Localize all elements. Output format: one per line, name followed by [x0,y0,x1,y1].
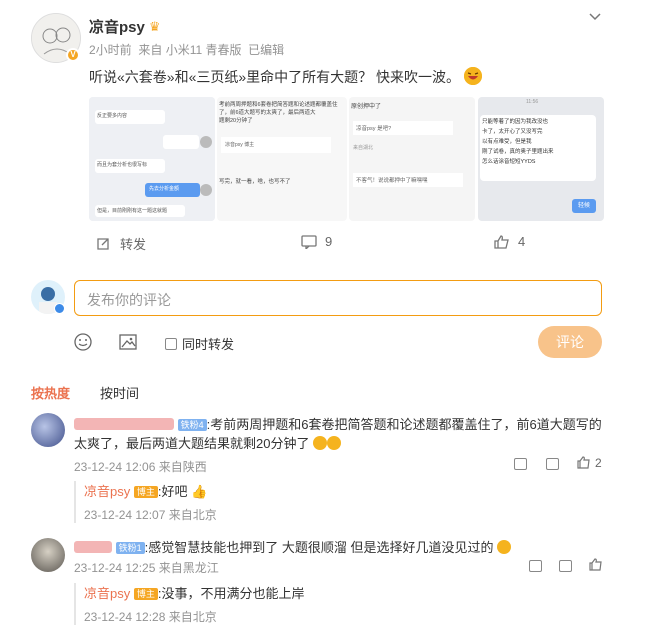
author-name[interactable]: 凉音psy [89,16,145,37]
reply-meta: 23-12-24 12:07 来自北京 [84,508,217,522]
comment-2-like-button[interactable] [589,558,603,576]
comment-2-reply: 凉音psy 博主:没事，不用满分也能上岸 23-12-24 12:28 来自北京 [74,583,305,625]
like-button[interactable]: 4 [494,234,525,249]
tab-by-hot[interactable]: 按热度 [31,383,70,402]
comment-button[interactable]: 9 [301,234,332,249]
commenter-avatar[interactable] [31,538,65,572]
my-verified-icon [54,303,65,314]
same-time-repost-checkbox[interactable] [165,337,177,350]
laughing-emoji-icon [463,67,482,85]
thumb1-line1: 反正要多内容 [97,113,128,119]
thumb3-line2: 凉音psy 是吧? [353,121,453,135]
comment-1-like-button[interactable]: 2 [577,456,602,470]
reply-author[interactable]: 凉音psy [84,484,130,499]
like-count: 4 [518,234,526,249]
comment-count: 9 [325,234,333,249]
emoji-picker-icon[interactable] [74,333,92,356]
thumb2-line2: 了，前6道大题写的太爽了，最后两道大 [219,110,316,116]
repost-label: 转发 [120,237,147,252]
thumb-up-icon [589,558,602,571]
sweat-emoji-icon [497,540,512,554]
thumb2-text: 考前两周押题和6套卷把简答题和论述题都覆盖住 了，前6道大题写的太爽了，最后两道… [219,101,343,125]
reply-text: :没事，不用满分也能上岸 [157,586,305,601]
thumb4-line3: 以有点难受，但是我 [482,139,532,145]
thumb4-line4: 刚了试卷，真的奥子里题出来 [482,149,554,155]
thumbs-up-emoji-icon: 👍 [191,484,208,499]
author-badge: 博主 [133,588,158,600]
same-time-repost-label: 同时转发 [182,337,235,352]
comment-1-reply: 凉音psy 博主:好吧 👍 23-12-24 12:07 来自北京 [74,481,217,523]
thumb-up-icon [494,234,509,249]
thumb2-line5: 写完，就一看，啥，也写不了 [219,179,291,185]
post-image-1[interactable]: 反正要多内容 而且为套分析也很写标 先去分析金额 但是，目前刚刚有这一题这就题 [89,97,215,221]
comment-icon [301,234,317,249]
commenter-name-blurred[interactable] [74,541,112,553]
comment-2-meta: 23-12-24 12:25 来自黑龙江 [74,561,219,575]
post-image-3[interactable]: 原创押中了 凉音psy 是吧? 来自湖北 不客气！说说都押中了嘛嘿嘿 [349,97,475,221]
reply-author[interactable]: 凉音psy [84,586,130,601]
comment-1: 铁粉4:考前两周押题和6套卷把简答题和论述题都覆盖住了，前6道大题写的 [74,414,602,435]
post-text: 听说«六套卷»和«三页纸»里命中了所有大题？ 快来吹一波。 [89,69,461,85]
post-source: 来自 小米11 青春版 [138,43,242,57]
repost-icon [97,237,109,250]
commenter-name-blurred[interactable] [74,418,174,430]
crown-icon: ♛ [148,18,161,34]
thumb1-line2: 而且为套分析也很写标 [97,162,148,168]
thumb4-line5: 怎么话涂音短短YYDS [482,159,536,165]
comment-1-share-icon[interactable] [514,457,527,475]
post-meta: 2小时前 来自 小米11 青春版 已编辑 [89,41,284,58]
post-image-2[interactable]: 考前两周押题和6套卷把简答题和论述题都覆盖住 了，前6道大题写的太爽了，最后两道… [217,97,347,221]
comment-2-share-icon[interactable] [529,559,542,577]
more-menu-chevron-icon[interactable] [588,10,602,24]
submit-comment-button[interactable]: 评论 [538,326,602,358]
tab-by-time[interactable]: 按时间 [100,383,139,402]
comment-1-meta: 23-12-24 12:06 来自陕西 [74,460,207,474]
grin-emoji-icon [327,436,342,450]
thumb2-line3: 题剩20分钟了 [219,118,253,124]
thumb1-line3: 先去分析金额 [149,186,180,192]
thumb2-line4: 凉音psy 博主 [221,137,331,153]
thumb3-line4: 不客气！说说都押中了嘛嘿嘿 [353,173,463,187]
thumb3-line3: 来自湖北 [353,145,374,151]
thumb3-line1: 原创押中了 [351,104,382,110]
thumb-up-icon [577,456,590,469]
thumb4-line1: 只能等着了的因为我改没也 [482,119,549,125]
thumb4-line2: 卡了，太开心了又没写完 [482,129,543,135]
post-edited: 已编辑 [248,43,285,57]
fan-badge: 铁粉1 [115,542,145,554]
fan-badge: 铁粉4 [177,419,207,431]
comment-input[interactable]: 发布你的评论 [74,280,602,316]
repost-checkbox-row[interactable]: 同时转发 [165,334,234,353]
post-time[interactable]: 2小时前 [89,43,132,57]
reply-text: :好吧 [157,484,188,499]
verified-badge-icon: V [66,48,80,62]
comment-1-text2: 太爽了，最后两道大题结果就剩20分钟了 [74,436,310,451]
thumb4-button: 轻候 [572,199,596,213]
author-badge: 博主 [133,486,158,498]
post-image-4[interactable]: 11:56 只能等着了的因为我改没也 卡了，太开心了又没写完 以有点难受，但是我… [478,97,604,221]
repost-button[interactable]: 转发 [96,234,146,253]
comment-1-likes: 2 [595,456,602,470]
thumb4-bubble: 只能等着了的因为我改没也 卡了，太开心了又没写完 以有点难受，但是我 刚了试卷，… [480,115,596,181]
commenter-avatar[interactable] [31,413,65,447]
comment-2-text: :感觉智慧技能也押到了 大题很顺溜 但是选择好几道没见过的 [144,540,494,555]
thumb4-time: 11:56 [526,99,539,105]
thumb2-line1: 考前两周押题和6套卷把简答题和论述题都覆盖住 [219,102,338,108]
grin-emoji-icon [313,436,328,450]
comment-1-reply-icon[interactable] [546,457,559,475]
comment-2: 铁粉1:感觉智慧技能也押到了 大题很顺溜 但是选择好几道没见过的 [74,537,512,558]
comment-1-text: :考前两周押题和6套卷把简答题和论述题都覆盖住了，前6道大题写的 [206,417,602,432]
reply-meta: 23-12-24 12:28 来自北京 [84,610,217,624]
image-upload-icon[interactable] [119,333,137,356]
comment-2-reply-icon[interactable] [559,559,572,577]
thumb1-line4: 但是，目前刚刚有这一题这就题 [97,208,168,214]
comment-1-line2: 太爽了，最后两道大题结果就剩20分钟了 [74,433,342,454]
